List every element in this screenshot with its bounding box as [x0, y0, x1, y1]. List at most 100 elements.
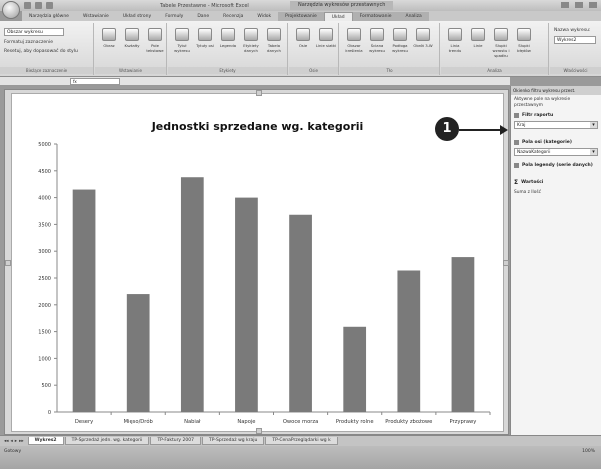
filter-icon [514, 113, 519, 118]
group-label: Tło [340, 67, 439, 74]
tab-2[interactable]: Układ strony [116, 12, 158, 21]
resize-handle[interactable] [256, 90, 262, 96]
ribbon-button[interactable]: Linie siatki [315, 28, 337, 48]
chart-area[interactable]: Jednostki sprzedane wg. kategorii 0 500 10… [11, 93, 504, 432]
group-properties: Nazwa wykresu: Wykres2 Właściwości [550, 23, 601, 75]
ribbon-button[interactable]: Podłoga wykresu [389, 28, 411, 53]
ribbon-button-label: Legenda [219, 43, 237, 48]
ribbon-button-label: Tabela danych [267, 43, 281, 53]
prev-sheet-icon[interactable]: ◂ [11, 439, 13, 444]
ribbon-button-icon [296, 28, 310, 41]
bar[interactable] [235, 197, 258, 412]
chart-name-input[interactable]: Wykres2 [554, 36, 596, 44]
undo-icon[interactable] [35, 2, 42, 9]
office-button[interactable] [2, 1, 20, 19]
sheet-tab[interactable]: TP-CenaPrzeglądarki wg k [265, 437, 338, 445]
tab-5[interactable]: Recenzja [216, 12, 250, 21]
ribbon-button-icon [517, 28, 531, 41]
ribbon-button[interactable]: Słupki wzrostu i spadku [490, 28, 512, 58]
ribbon-button-label: Tytuły osi [196, 43, 214, 48]
ribbon-button[interactable]: Obrót 3-W [412, 28, 434, 48]
zoom-level[interactable]: 100% [582, 449, 595, 454]
ribbon-button[interactable]: Kształty [121, 28, 143, 48]
ribbon-button[interactable]: Obszar kreślenia [343, 28, 365, 53]
chart-elements-dropdown[interactable]: Obszar wykresu [4, 28, 64, 36]
ribbon-button-label: Tytuł wykresu [174, 43, 190, 53]
step-callout-badge: 1 [435, 117, 459, 141]
tab-4[interactable]: Dane [190, 12, 216, 21]
ribbon-button[interactable]: Ściana wykresu [366, 28, 388, 53]
resize-handle[interactable] [503, 260, 509, 266]
bar[interactable] [72, 189, 96, 412]
ribbon-button[interactable]: Tytuł wykresu [171, 28, 193, 53]
ribbon-button-label: Pole tekstowe [146, 43, 164, 53]
reset-style-button[interactable]: Resetuj, aby dopasować do stylu [4, 49, 78, 54]
bar[interactable] [343, 326, 367, 412]
ribbon-button[interactable]: Pole tekstowe [144, 28, 166, 53]
bar[interactable] [397, 270, 421, 412]
ribbon-button[interactable]: Linia trendu [444, 28, 466, 53]
legend-fields-icon [514, 163, 519, 168]
close-icon[interactable] [589, 2, 597, 8]
redo-icon[interactable] [46, 2, 53, 9]
tab-3[interactable]: Formuły [158, 12, 190, 21]
sigma-icon: Σ [514, 179, 519, 186]
sheet-tab[interactable]: TP-Sprzedaż wg kraju [201, 437, 265, 445]
tab-8[interactable]: Układ [323, 12, 353, 21]
ribbon-button[interactable]: Obraz [98, 28, 120, 48]
sheet-tab[interactable]: TP-Sprzedaż jedn. wg. kategorii [64, 437, 150, 445]
tab-9[interactable]: Formatowanie [352, 12, 399, 21]
y-tick-label: 3000 [38, 249, 51, 255]
y-tick-label: 0 [48, 410, 51, 416]
ribbon-button[interactable]: Słupki błędów [513, 28, 535, 53]
resize-handle[interactable] [256, 428, 262, 434]
ribbon-button-label: Kształty [124, 43, 140, 48]
ribbon-button[interactable]: Osie [292, 28, 314, 48]
maximize-icon[interactable] [575, 2, 583, 8]
ribbon-button-icon [448, 28, 462, 41]
axis-fields-dropdown[interactable]: NazwaKategorii [514, 148, 598, 156]
save-icon[interactable] [24, 2, 31, 9]
tab-0[interactable]: Narzędzia główne [22, 12, 76, 21]
minimize-icon[interactable] [561, 2, 569, 8]
ribbon-button-icon [198, 28, 212, 41]
quick-access-toolbar [24, 2, 53, 9]
tab-6[interactable]: Widok [250, 12, 278, 21]
ribbon-button[interactable]: Etykiety danych [240, 28, 262, 53]
sheet-tab[interactable]: Wykres2 [27, 437, 64, 445]
ribbon-button[interactable]: Tabela danych [263, 28, 285, 53]
tab-1[interactable]: Wstawianie [76, 12, 116, 21]
group-axes: Osie Osie Linie siatki [289, 23, 339, 75]
name-box[interactable]: fx [70, 78, 120, 85]
bar[interactable] [289, 214, 312, 412]
last-sheet-icon[interactable]: ▸▸ [19, 439, 24, 444]
tab-7[interactable]: Projektowanie [278, 12, 324, 21]
section-title: Pola legendy (serie danych) [522, 163, 593, 168]
next-sheet-icon[interactable]: ▸ [15, 439, 17, 444]
values-field[interactable]: Suma z Ilość [511, 188, 601, 198]
ribbon-button[interactable]: Legenda [217, 28, 239, 48]
tab-10[interactable]: Analiza [398, 12, 429, 21]
y-tick-label: 4500 [38, 169, 51, 175]
bar[interactable] [126, 294, 150, 412]
ribbon-button[interactable]: Tytuły osi [194, 28, 216, 48]
report-filter-dropdown[interactable]: Kraj [514, 121, 598, 129]
context-tools-title: Narzędzia wykresów przestawnych [290, 1, 394, 10]
resize-handle[interactable] [5, 260, 11, 266]
group-label: Analiza [441, 67, 548, 74]
ribbon-button-icon [102, 28, 116, 41]
sheet-tab[interactable]: TP-Faktury 2007 [150, 437, 201, 445]
ribbon-button-icon [267, 28, 281, 41]
sheet-tabs: Wykres2 TP-Sprzedaż jedn. wg. kategorii TP… [27, 437, 339, 445]
ribbon-button[interactable]: Linie [467, 28, 489, 48]
ribbon-button-label: Obszar kreślenia [345, 43, 363, 53]
x-tick-label: Produkty zbożowe [385, 419, 432, 425]
chart-name-label: Nazwa wykresu: [554, 28, 591, 33]
format-selection-button[interactable]: Formatuj zaznaczenie [4, 40, 53, 45]
pane-header: Okienko filtru wykresu przest. [511, 86, 601, 95]
bar[interactable] [451, 257, 475, 412]
x-tick-label: Mięso/Drób [124, 418, 154, 425]
first-sheet-icon[interactable]: ◂◂ [4, 439, 9, 444]
bar[interactable] [180, 177, 204, 412]
y-tick-label: 500 [41, 383, 51, 389]
